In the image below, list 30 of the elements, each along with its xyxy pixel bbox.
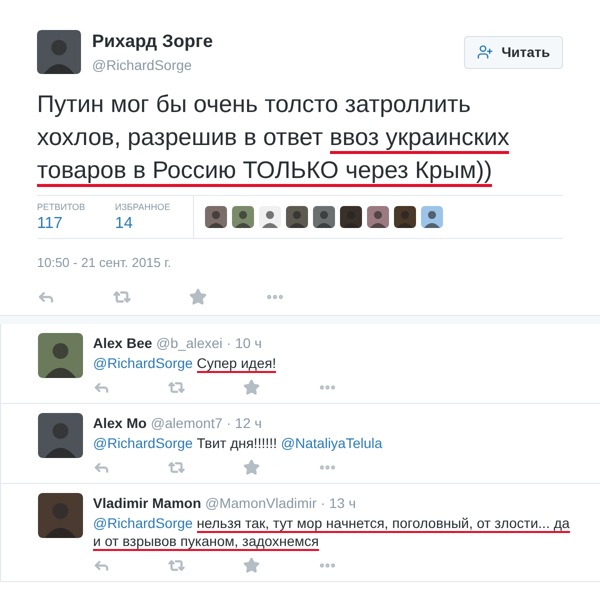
avatar [38, 332, 83, 378]
favorite-icon[interactable] [243, 458, 260, 476]
author-name: Рихард Зорге [92, 30, 214, 53]
reply-author-name: Vladimir Mamon [93, 494, 202, 512]
follow-button[interactable]: Читать [464, 36, 563, 68]
reply-text: @RichardSorge Твит дня!!!!!! @NataliyaTelula [93, 434, 384, 452]
reply-author-handle: @MamonVladimir [205, 494, 317, 512]
reply-text: @RichardSorge Супер идея! [93, 354, 278, 372]
avatar [37, 30, 81, 74]
reply-time: · 13 ч [320, 494, 356, 512]
reply-author-handle: @b_alexei [156, 334, 223, 353]
stat-label: ИЗБРАННОЕ [115, 201, 172, 214]
reply-text: @RichardSorge нельзя так, тут мор начнется, поголовный, от злости... да и от взрывов пуканом, задохнемся [93, 514, 571, 550]
avatar [38, 492, 83, 538]
avatar [38, 412, 83, 458]
reply-author-name: Alex Mo [93, 414, 147, 432]
reply-time: · 12 ч [226, 414, 262, 432]
stat-label: РЕТВИТОВ [37, 201, 86, 214]
favorite-icon[interactable] [189, 288, 207, 306]
favorite-icon[interactable] [243, 556, 260, 574]
reply-author-handle: @alemont7 [150, 414, 222, 432]
stat-count[interactable]: 14 [115, 214, 193, 233]
reply-time: · 10 ч [226, 334, 262, 352]
tweet-timestamp: 10:50 - 21 сент. 2015 г. [37, 254, 172, 272]
reply-author-name: Alex Bee [93, 334, 152, 352]
tweet-text: Путин мог бы очень толсто затроллить хохлов, разрешив в ответ ввоз украинских товаров в Россию ТОЛЬКО через Крым)) [37, 88, 527, 187]
favorite-icon[interactable] [243, 378, 260, 396]
author-handle: @RichardSorge [92, 56, 193, 75]
stat-count[interactable]: 117 [37, 214, 115, 233]
follow-icon [477, 44, 494, 60]
